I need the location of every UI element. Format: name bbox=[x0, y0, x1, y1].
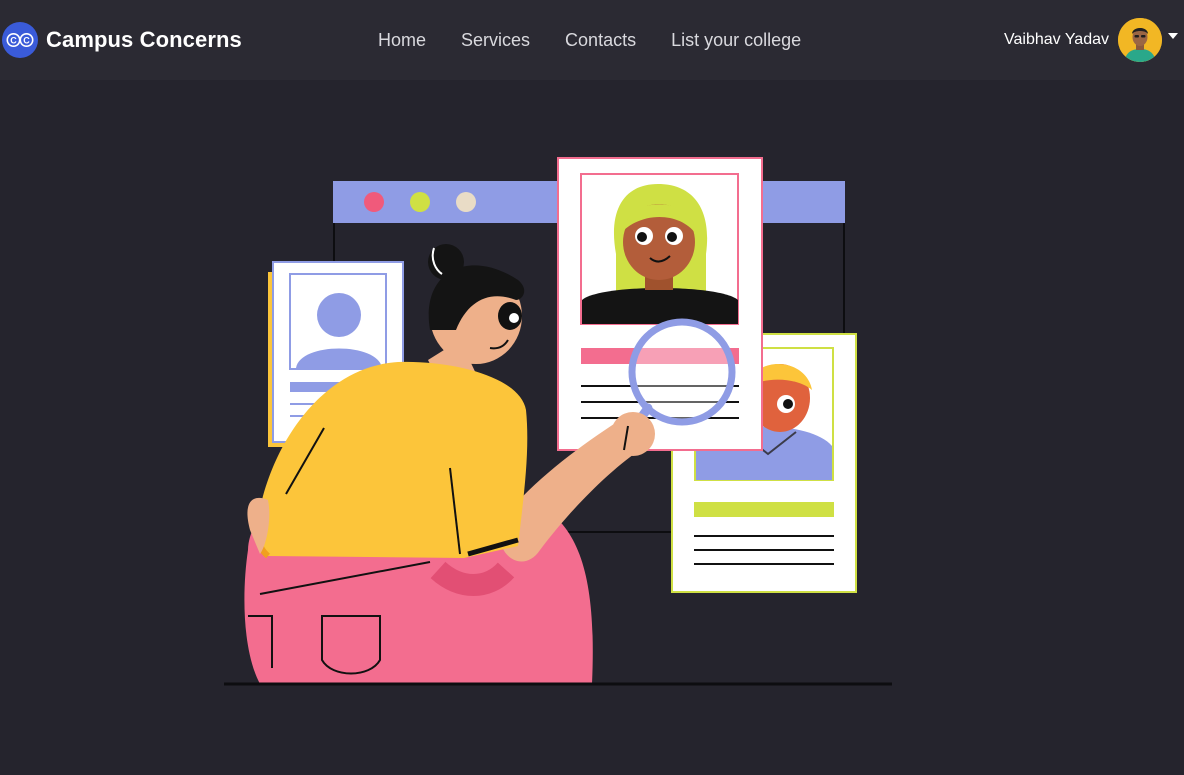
user-name: Vaibhav Yadav bbox=[1004, 31, 1109, 48]
campus-concerns-logo: C C bbox=[2, 22, 38, 58]
hero-illustration bbox=[220, 150, 900, 690]
nav-link-services[interactable]: Services bbox=[461, 30, 530, 51]
navbar: C C Campus Concerns Home Services Contac… bbox=[0, 0, 1184, 80]
nav-links: Home Services Contacts List your college bbox=[378, 28, 836, 52]
brand-name: Campus Concerns bbox=[46, 27, 242, 52]
brand-link[interactable]: C C Campus Concerns bbox=[2, 22, 242, 58]
svg-text:C: C bbox=[10, 36, 17, 46]
nav-link-list-your-college[interactable]: List your college bbox=[671, 30, 801, 51]
svg-text:C: C bbox=[23, 36, 30, 46]
user-menu-dropdown[interactable]: Vaibhav Yadav bbox=[1004, 17, 1178, 63]
avatar[interactable] bbox=[1118, 18, 1162, 62]
nav-link-contacts[interactable]: Contacts bbox=[565, 30, 636, 51]
caret-down-icon[interactable] bbox=[1168, 33, 1178, 39]
nav-link-home[interactable]: Home bbox=[378, 30, 426, 51]
